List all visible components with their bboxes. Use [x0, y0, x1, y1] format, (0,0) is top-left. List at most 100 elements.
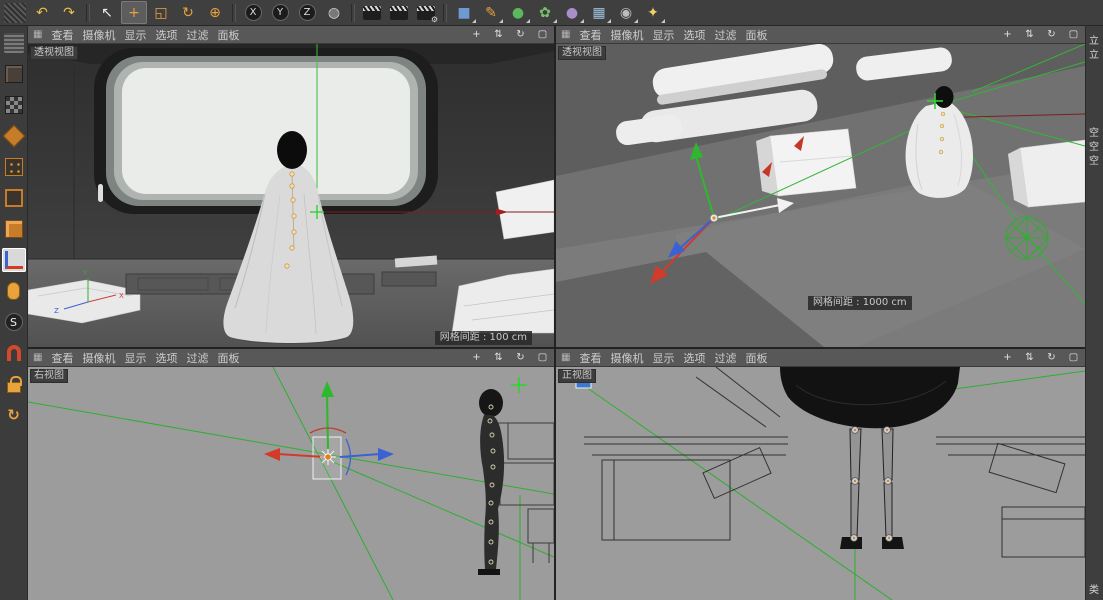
object-item[interactable]: 立 [1089, 46, 1103, 61]
viewport-menu-camera[interactable]: 摄像机 [82, 27, 115, 43]
camera-icon[interactable]: ◉ [613, 1, 639, 24]
metaball-icon[interactable]: ● [559, 1, 585, 24]
viewport-menubar: ▦ 查看 摄像机 显示 选项 过滤 面板 + ⇅ ↻ ▢ [28, 26, 554, 44]
texture-mode-icon[interactable] [2, 93, 26, 117]
lock-workplane-icon[interactable] [2, 372, 26, 396]
viewport-menu-options[interactable]: 选项 [155, 350, 177, 366]
viewport-menu-icon[interactable]: ▦ [561, 352, 570, 363]
render-settings-icon[interactable]: ⚙ [413, 1, 439, 24]
toggle-view-icon[interactable]: ▢ [1067, 29, 1080, 40]
viewport-menu-camera[interactable]: 摄像机 [82, 350, 115, 366]
viewport-menu-filter[interactable]: 过滤 [714, 27, 736, 43]
viewport-menu-view[interactable]: 查看 [579, 27, 601, 43]
object-item[interactable]: 空 [1089, 152, 1103, 167]
pan-view-icon[interactable]: + [1001, 352, 1014, 363]
object-item[interactable]: 立 [1089, 32, 1103, 47]
object-item[interactable]: 空 [1089, 124, 1103, 139]
move-tool-icon[interactable]: + [121, 1, 147, 24]
rotate-view-icon[interactable]: ↻ [514, 29, 527, 40]
viewport-menu-display[interactable]: 显示 [124, 350, 146, 366]
viewport-menu-panel[interactable]: 面板 [217, 27, 239, 43]
viewport-menu-camera[interactable]: 摄像机 [610, 27, 643, 43]
viewport-label: 透视视图 [30, 46, 78, 60]
array-object-icon-glyph: ✿ [539, 4, 551, 21]
viewport-menu-options[interactable]: 选项 [683, 350, 705, 366]
viewport-canvas-front-view[interactable]: 正视图 [556, 367, 1085, 600]
viewport-menu-options[interactable]: 选项 [683, 27, 705, 43]
viewport-menu-display[interactable]: 显示 [652, 27, 674, 43]
zoom-view-icon[interactable]: ⇅ [1023, 352, 1036, 363]
snap-mode-icon[interactable]: S [2, 310, 26, 334]
workplane-mode-icon[interactable] [2, 124, 26, 148]
redo-icon[interactable]: ↷ [56, 1, 82, 24]
zoom-view-icon[interactable]: ⇅ [492, 29, 505, 40]
convert-icon[interactable] [2, 31, 26, 55]
texture-mode-icon-shape [4, 96, 23, 114]
viewport-menu-display[interactable]: 显示 [652, 350, 674, 366]
undo-icon[interactable]: ↶ [29, 1, 55, 24]
coordinate-system-icon[interactable]: ◍ [321, 1, 347, 24]
viewport-menu-filter[interactable]: 过滤 [186, 27, 208, 43]
subdivision-surface-icon[interactable]: ● [505, 1, 531, 24]
viewport-menu-camera[interactable]: 摄像机 [610, 350, 643, 366]
viewport-menu-panel[interactable]: 面板 [745, 350, 767, 366]
window-opening[interactable] [94, 48, 438, 214]
viewport-menu-view[interactable]: 查看 [51, 27, 73, 43]
scale-tool-icon[interactable]: ◱ [148, 1, 174, 24]
axis-mode-icon[interactable] [1, 248, 26, 272]
viewport-menu-icon[interactable]: ▦ [33, 29, 42, 40]
object-item[interactable]: 空 [1089, 138, 1103, 153]
viewport-menu-panel[interactable]: 面板 [745, 27, 767, 43]
viewport-canvas-perspective-2[interactable]: 透视视图 网格间距 : 1000 cm [556, 44, 1085, 347]
toggle-view-icon[interactable]: ▢ [1067, 352, 1080, 363]
rotate-view-icon[interactable]: ↻ [1045, 352, 1058, 363]
toggle-view-icon[interactable]: ▢ [536, 29, 549, 40]
last-tool-icon[interactable]: ⊕ [202, 1, 228, 24]
white-box-right[interactable] [1008, 139, 1085, 208]
viewport-menu-filter[interactable]: 过滤 [186, 350, 208, 366]
render-view-icon[interactable] [359, 1, 385, 24]
lock-y-axis-icon[interactable]: Y [267, 1, 293, 24]
viewport-menu-panel[interactable]: 面板 [217, 350, 239, 366]
pan-view-icon[interactable]: + [470, 29, 483, 40]
environment-icon[interactable]: ▦ [586, 1, 612, 24]
viewport-menu-display[interactable]: 显示 [124, 27, 146, 43]
zoom-view-icon[interactable]: ⇅ [492, 352, 505, 363]
app-pattern-icon[interactable] [2, 1, 28, 24]
viewport-canvas-perspective-1[interactable]: X Y Z 透视视图 网格间距: 100 cm [28, 44, 554, 347]
toggle-view-icon[interactable]: ▢ [536, 352, 549, 363]
viewport-menu-icon[interactable]: ▦ [33, 352, 42, 363]
rotate-tool-icon[interactable]: ↻ [175, 1, 201, 24]
viewport-menu-icon[interactable]: ▦ [561, 29, 570, 40]
quantize-icon[interactable]: ↻ [2, 403, 26, 427]
select-tool-icon[interactable]: ↖ [94, 1, 120, 24]
toolbar-separator [86, 3, 90, 22]
zoom-view-icon[interactable]: ⇅ [1023, 29, 1036, 40]
render-region-icon[interactable] [386, 1, 412, 24]
wireframe-sphere[interactable] [1005, 216, 1049, 260]
rotate-view-icon[interactable]: ↻ [1045, 29, 1058, 40]
points-mode-icon[interactable] [2, 155, 26, 179]
viewport-canvas-right-view[interactable]: 右视图 [28, 367, 554, 600]
pan-view-icon[interactable]: + [470, 352, 483, 363]
model-mode-icon[interactable] [2, 62, 26, 86]
magnet-snap-icon-shape [6, 345, 21, 361]
add-cube-icon[interactable]: ■ [451, 1, 477, 24]
edges-mode-icon[interactable] [2, 186, 26, 210]
light-icon[interactable]: ✦ [640, 1, 666, 24]
rotate-view-icon[interactable]: ↻ [514, 352, 527, 363]
pen-spline-icon[interactable]: ✎ [478, 1, 504, 24]
tweak-mode-icon[interactable] [2, 279, 26, 303]
viewport-menu-filter[interactable]: 过滤 [714, 350, 736, 366]
viewport-menu-view[interactable]: 查看 [579, 350, 601, 366]
subdivision-surface-icon-glyph: ● [511, 4, 525, 21]
viewport-menu-view[interactable]: 查看 [51, 350, 73, 366]
array-object-icon[interactable]: ✿ [532, 1, 558, 24]
lock-z-axis-icon[interactable]: Z [294, 1, 320, 24]
svg-text:X: X [119, 292, 124, 300]
pan-view-icon[interactable]: + [1001, 29, 1014, 40]
polygons-mode-icon[interactable] [2, 217, 26, 241]
magnet-snap-icon[interactable] [2, 341, 26, 365]
lock-x-axis-icon[interactable]: X [240, 1, 266, 24]
viewport-menu-options[interactable]: 选项 [155, 27, 177, 43]
